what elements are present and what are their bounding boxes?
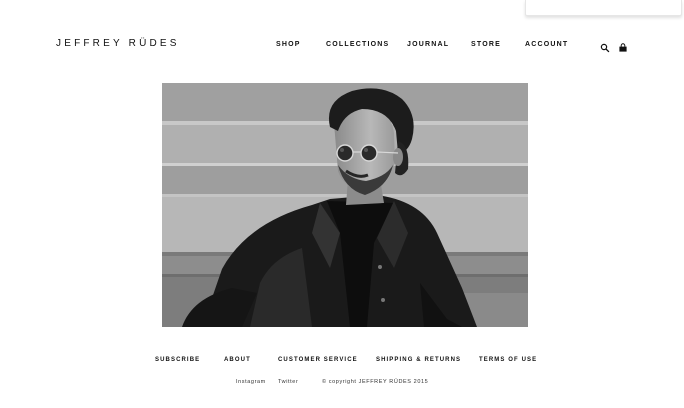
footer-link-terms-of-use[interactable]: TERMS OF USE	[479, 357, 537, 363]
copyright-text: © copyright JEFFREY RÜDES 2015	[322, 379, 429, 385]
nav-item-account[interactable]: ACCOUNT	[525, 41, 568, 48]
footer-nav: SUBSCRIBE ABOUT CUSTOMER SERVICE SHIPPIN…	[0, 357, 684, 367]
nav-item-shop[interactable]: SHOP	[276, 41, 301, 48]
hero-image	[162, 83, 528, 327]
social-link-instagram[interactable]: Instagram	[236, 379, 266, 385]
search-icon[interactable]	[600, 40, 610, 53]
main-nav: SHOP COLLECTIONS JOURNAL STORE ACCOUNT	[0, 41, 684, 51]
footer-link-customer-service[interactable]: CUSTOMER SERVICE	[278, 357, 358, 363]
nav-item-store[interactable]: STORE	[471, 41, 501, 48]
footer-link-about[interactable]: ABOUT	[224, 357, 251, 363]
footer-meta: Instagram Twitter © copyright JEFFREY RÜ…	[0, 379, 684, 387]
footer-link-shipping-returns[interactable]: SHIPPING & RETURNS	[376, 357, 461, 363]
social-link-twitter[interactable]: Twitter	[278, 379, 298, 385]
hero-photo	[162, 83, 528, 327]
nav-item-journal[interactable]: JOURNAL	[407, 41, 449, 48]
nav-item-collections[interactable]: COLLECTIONS	[326, 41, 389, 48]
footer-link-subscribe[interactable]: SUBSCRIBE	[155, 357, 200, 363]
shopping-bag-icon[interactable]	[618, 40, 628, 52]
account-dropdown-panel	[525, 0, 682, 16]
